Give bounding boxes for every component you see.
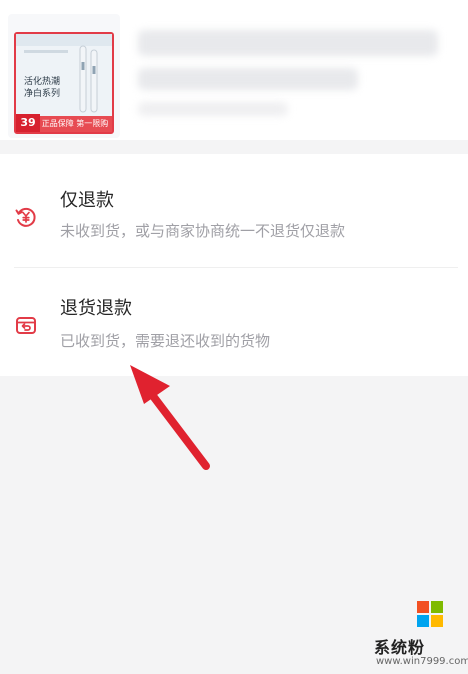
refund-money-icon — [15, 207, 36, 227]
option-refund-only[interactable]: 仅退款 未收到货，或与商家协商统一不退货仅退款 — [0, 154, 468, 264]
product-thumbnail[interactable]: 活化热潮 净白系列 正品保障 第一限购 39 — [8, 14, 120, 138]
refund-options-card: 仅退款 未收到货，或与商家协商统一不退货仅退款 退货退款 已收到货，需要退还收到… — [0, 154, 468, 376]
price-tag: 39 — [16, 114, 40, 132]
product-card: 活化热潮 净白系列 正品保障 第一限购 39 — [0, 0, 468, 140]
site-watermark: 系统粉 www.win7999.com — [374, 598, 468, 668]
return-package-icon — [16, 317, 36, 334]
windows-logo-icon — [417, 601, 443, 627]
option-title: 仅退款 — [60, 190, 114, 211]
product-image-line — [24, 50, 68, 53]
option-description: 已收到货，需要退还收到的货物 — [60, 332, 271, 350]
watermark-url: www.win7999.com — [376, 656, 468, 667]
promo-strip: 正品保障 第一限购 — [38, 116, 112, 132]
toothbrush-image-icon — [79, 45, 98, 113]
option-title: 退货退款 — [60, 298, 132, 319]
product-info-blurred — [138, 22, 458, 122]
option-description: 未收到货，或与商家协商统一不退货仅退款 — [60, 222, 346, 240]
product-image: 活化热潮 净白系列 正品保障 第一限购 39 — [14, 32, 114, 134]
option-return-refund[interactable]: 退货退款 已收到货，需要退还收到的货物 — [0, 268, 468, 378]
product-image-text: 活化热潮 净白系列 — [24, 77, 61, 99]
watermark-title: 系统粉 — [374, 638, 426, 657]
